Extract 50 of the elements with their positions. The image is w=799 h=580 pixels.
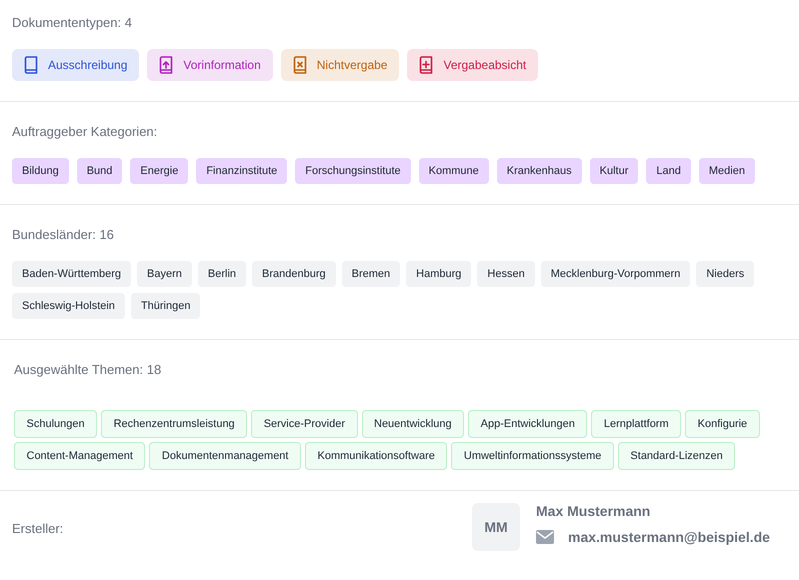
category-tag: Medien (698, 158, 755, 184)
state-tag: Bayern (137, 261, 192, 287)
topic-tag: Schulungen (14, 410, 98, 438)
section-heading: Auftraggeber Kategorien: (12, 124, 158, 139)
section-heading: Dokumententypen: 4 (12, 15, 133, 30)
category-tag: Krankenhaus (496, 158, 582, 184)
section-heading: Ausgewählte Themen: 18 (14, 362, 162, 377)
book-icon (24, 56, 38, 74)
state-tag: Hamburg (406, 261, 472, 287)
state-tag: Nieders (696, 261, 754, 287)
document-type-tag: Ausschreibung (12, 49, 140, 81)
creator-label: Ersteller: (12, 521, 64, 538)
topic-tag: Dokumentenmanagement (149, 442, 301, 470)
cross-document-icon (292, 56, 307, 74)
document-type-tag: Nichtvergabe (280, 49, 400, 81)
category-tag: Energie (130, 158, 188, 184)
topic-tag: Konfigurie (685, 410, 760, 438)
topic-tag: Service-Provider (251, 410, 358, 438)
state-tag: Schleswig-Holstein (12, 293, 125, 319)
topic-tag: Rechenzentrumsleistung (101, 410, 248, 438)
category-tag: Land (646, 158, 691, 184)
upload-document-icon (159, 56, 174, 74)
category-tag: Forschungsinstitute (295, 158, 411, 184)
category-tag: Bildung (12, 158, 69, 184)
category-tag: Kommune (418, 158, 489, 184)
creator-email: max.mustermann@beispiel.de (568, 529, 770, 545)
topic-tag: Umweltinformationssysteme (451, 442, 614, 470)
category-tag: Finanzinstitute (196, 158, 288, 184)
state-tag: Thüringen (130, 293, 200, 319)
topic-tag: App-Entwicklungen (468, 410, 588, 438)
topic-tag: Lernplattform (591, 410, 682, 438)
topic-tag: Standard-Lizenzen (618, 442, 736, 470)
mail-icon (536, 530, 554, 544)
state-tag: Baden-Württemberg (12, 261, 132, 287)
topic-tag: Neuentwicklung (362, 410, 464, 438)
plus-document-icon (419, 56, 434, 74)
avatar: MM (472, 503, 520, 551)
state-tag: Brandenburg (252, 261, 336, 287)
state-tag: Berlin (198, 261, 246, 287)
state-tag: Bremen (342, 261, 400, 287)
category-tag: Bund (76, 158, 122, 184)
topic-tag: Content-Management (14, 442, 146, 470)
creator-name: Max Mustermann (536, 503, 652, 519)
topic-tag: Kommunikationsoftware (304, 442, 448, 470)
state-tag: Hessen (477, 261, 535, 287)
category-tag: Kultur (590, 158, 638, 184)
state-tag: Mecklenburg-Vorpommern (540, 261, 690, 287)
section-heading: Bundesländer: 16 (12, 227, 115, 242)
document-type-tag: Vorinformation (147, 49, 273, 81)
document-type-tag: Vergabeabsicht (407, 49, 538, 81)
